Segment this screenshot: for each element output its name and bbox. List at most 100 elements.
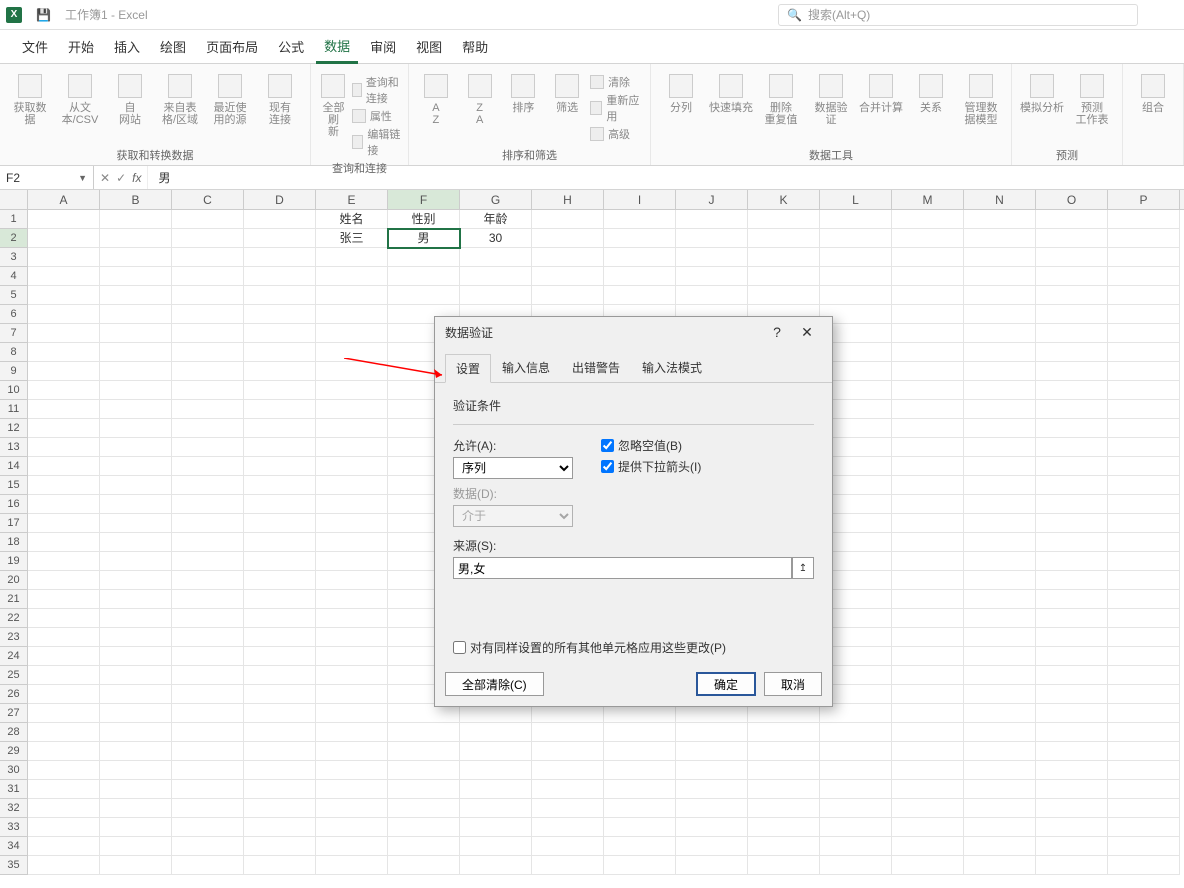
cell[interactable] bbox=[964, 837, 1036, 856]
cell[interactable] bbox=[100, 286, 172, 305]
cell[interactable] bbox=[244, 514, 316, 533]
cell[interactable] bbox=[892, 571, 964, 590]
cell[interactable]: 姓名 bbox=[316, 210, 388, 229]
cell[interactable] bbox=[604, 799, 676, 818]
cell[interactable] bbox=[28, 780, 100, 799]
cell[interactable] bbox=[532, 799, 604, 818]
cell[interactable] bbox=[388, 780, 460, 799]
cell[interactable] bbox=[28, 742, 100, 761]
cell[interactable] bbox=[676, 210, 748, 229]
ribbon-mini-button[interactable]: 高级 bbox=[590, 126, 644, 142]
cell[interactable] bbox=[100, 647, 172, 666]
cancel-formula-icon[interactable]: ✕ bbox=[100, 171, 110, 185]
cell[interactable] bbox=[532, 229, 604, 248]
cell[interactable] bbox=[892, 628, 964, 647]
cell[interactable] bbox=[1036, 514, 1108, 533]
cell[interactable] bbox=[748, 780, 820, 799]
cell[interactable] bbox=[1108, 248, 1180, 267]
cell[interactable] bbox=[172, 723, 244, 742]
cell[interactable] bbox=[1108, 229, 1180, 248]
cell[interactable]: 年龄 bbox=[460, 210, 532, 229]
cell[interactable] bbox=[964, 533, 1036, 552]
cell[interactable] bbox=[1108, 267, 1180, 286]
cell[interactable] bbox=[748, 799, 820, 818]
cell[interactable] bbox=[28, 628, 100, 647]
ribbon-button[interactable]: 快速填充 bbox=[707, 68, 755, 114]
cell[interactable] bbox=[172, 780, 244, 799]
tab-公式[interactable]: 公式 bbox=[270, 31, 312, 62]
cell[interactable] bbox=[388, 837, 460, 856]
cell[interactable] bbox=[100, 609, 172, 628]
cell[interactable] bbox=[1108, 647, 1180, 666]
cell[interactable] bbox=[172, 438, 244, 457]
column-header[interactable]: D bbox=[244, 190, 316, 209]
cell[interactable] bbox=[244, 590, 316, 609]
tab-视图[interactable]: 视图 bbox=[408, 31, 450, 62]
cell[interactable] bbox=[244, 400, 316, 419]
cell[interactable] bbox=[172, 248, 244, 267]
cell[interactable] bbox=[316, 628, 388, 647]
cell[interactable] bbox=[676, 818, 748, 837]
cell[interactable]: 男 bbox=[388, 229, 460, 248]
cell[interactable] bbox=[316, 457, 388, 476]
cell[interactable] bbox=[172, 628, 244, 647]
cell[interactable] bbox=[892, 343, 964, 362]
row-header[interactable]: 30 bbox=[0, 761, 28, 780]
cell[interactable] bbox=[1108, 609, 1180, 628]
cell[interactable] bbox=[244, 229, 316, 248]
cell[interactable] bbox=[964, 552, 1036, 571]
cell[interactable] bbox=[1036, 267, 1108, 286]
cell[interactable] bbox=[892, 495, 964, 514]
cell[interactable] bbox=[964, 514, 1036, 533]
cell[interactable] bbox=[748, 818, 820, 837]
cell[interactable] bbox=[1036, 552, 1108, 571]
cell[interactable] bbox=[964, 590, 1036, 609]
cell[interactable] bbox=[892, 419, 964, 438]
cell[interactable] bbox=[676, 742, 748, 761]
cell[interactable] bbox=[676, 229, 748, 248]
cell[interactable] bbox=[244, 704, 316, 723]
cell[interactable] bbox=[100, 476, 172, 495]
row-header[interactable]: 14 bbox=[0, 457, 28, 476]
cell[interactable] bbox=[748, 286, 820, 305]
row-header[interactable]: 21 bbox=[0, 590, 28, 609]
cell[interactable] bbox=[604, 210, 676, 229]
cell[interactable] bbox=[1108, 381, 1180, 400]
cancel-button[interactable]: 取消 bbox=[764, 672, 822, 696]
cell[interactable] bbox=[892, 818, 964, 837]
name-box[interactable]: F2 ▼ bbox=[0, 166, 94, 189]
tab-绘图[interactable]: 绘图 bbox=[152, 31, 194, 62]
cell[interactable] bbox=[28, 286, 100, 305]
row-header[interactable]: 32 bbox=[0, 799, 28, 818]
cell[interactable] bbox=[172, 305, 244, 324]
cell[interactable] bbox=[460, 248, 532, 267]
cell[interactable] bbox=[1108, 305, 1180, 324]
cell[interactable] bbox=[316, 495, 388, 514]
cell[interactable] bbox=[100, 514, 172, 533]
cell[interactable] bbox=[28, 400, 100, 419]
cell[interactable] bbox=[100, 818, 172, 837]
cell[interactable] bbox=[892, 381, 964, 400]
cell[interactable] bbox=[100, 400, 172, 419]
cell[interactable] bbox=[1108, 723, 1180, 742]
cell[interactable] bbox=[1108, 514, 1180, 533]
cell[interactable] bbox=[100, 362, 172, 381]
formula-input[interactable]: 男 bbox=[148, 169, 1184, 186]
cell[interactable] bbox=[1036, 362, 1108, 381]
tab-文件[interactable]: 文件 bbox=[14, 31, 56, 62]
cell[interactable] bbox=[172, 590, 244, 609]
cell[interactable] bbox=[244, 799, 316, 818]
cell[interactable] bbox=[604, 229, 676, 248]
cell[interactable] bbox=[892, 761, 964, 780]
cell[interactable] bbox=[172, 704, 244, 723]
cell[interactable] bbox=[1036, 685, 1108, 704]
cell[interactable] bbox=[964, 761, 1036, 780]
cell[interactable] bbox=[1036, 438, 1108, 457]
cell[interactable] bbox=[892, 400, 964, 419]
cell[interactable] bbox=[244, 723, 316, 742]
cell[interactable] bbox=[892, 305, 964, 324]
ribbon-mini-button[interactable]: 重新应用 bbox=[590, 92, 644, 124]
cell[interactable] bbox=[388, 761, 460, 780]
cell[interactable] bbox=[28, 419, 100, 438]
cell[interactable] bbox=[244, 438, 316, 457]
